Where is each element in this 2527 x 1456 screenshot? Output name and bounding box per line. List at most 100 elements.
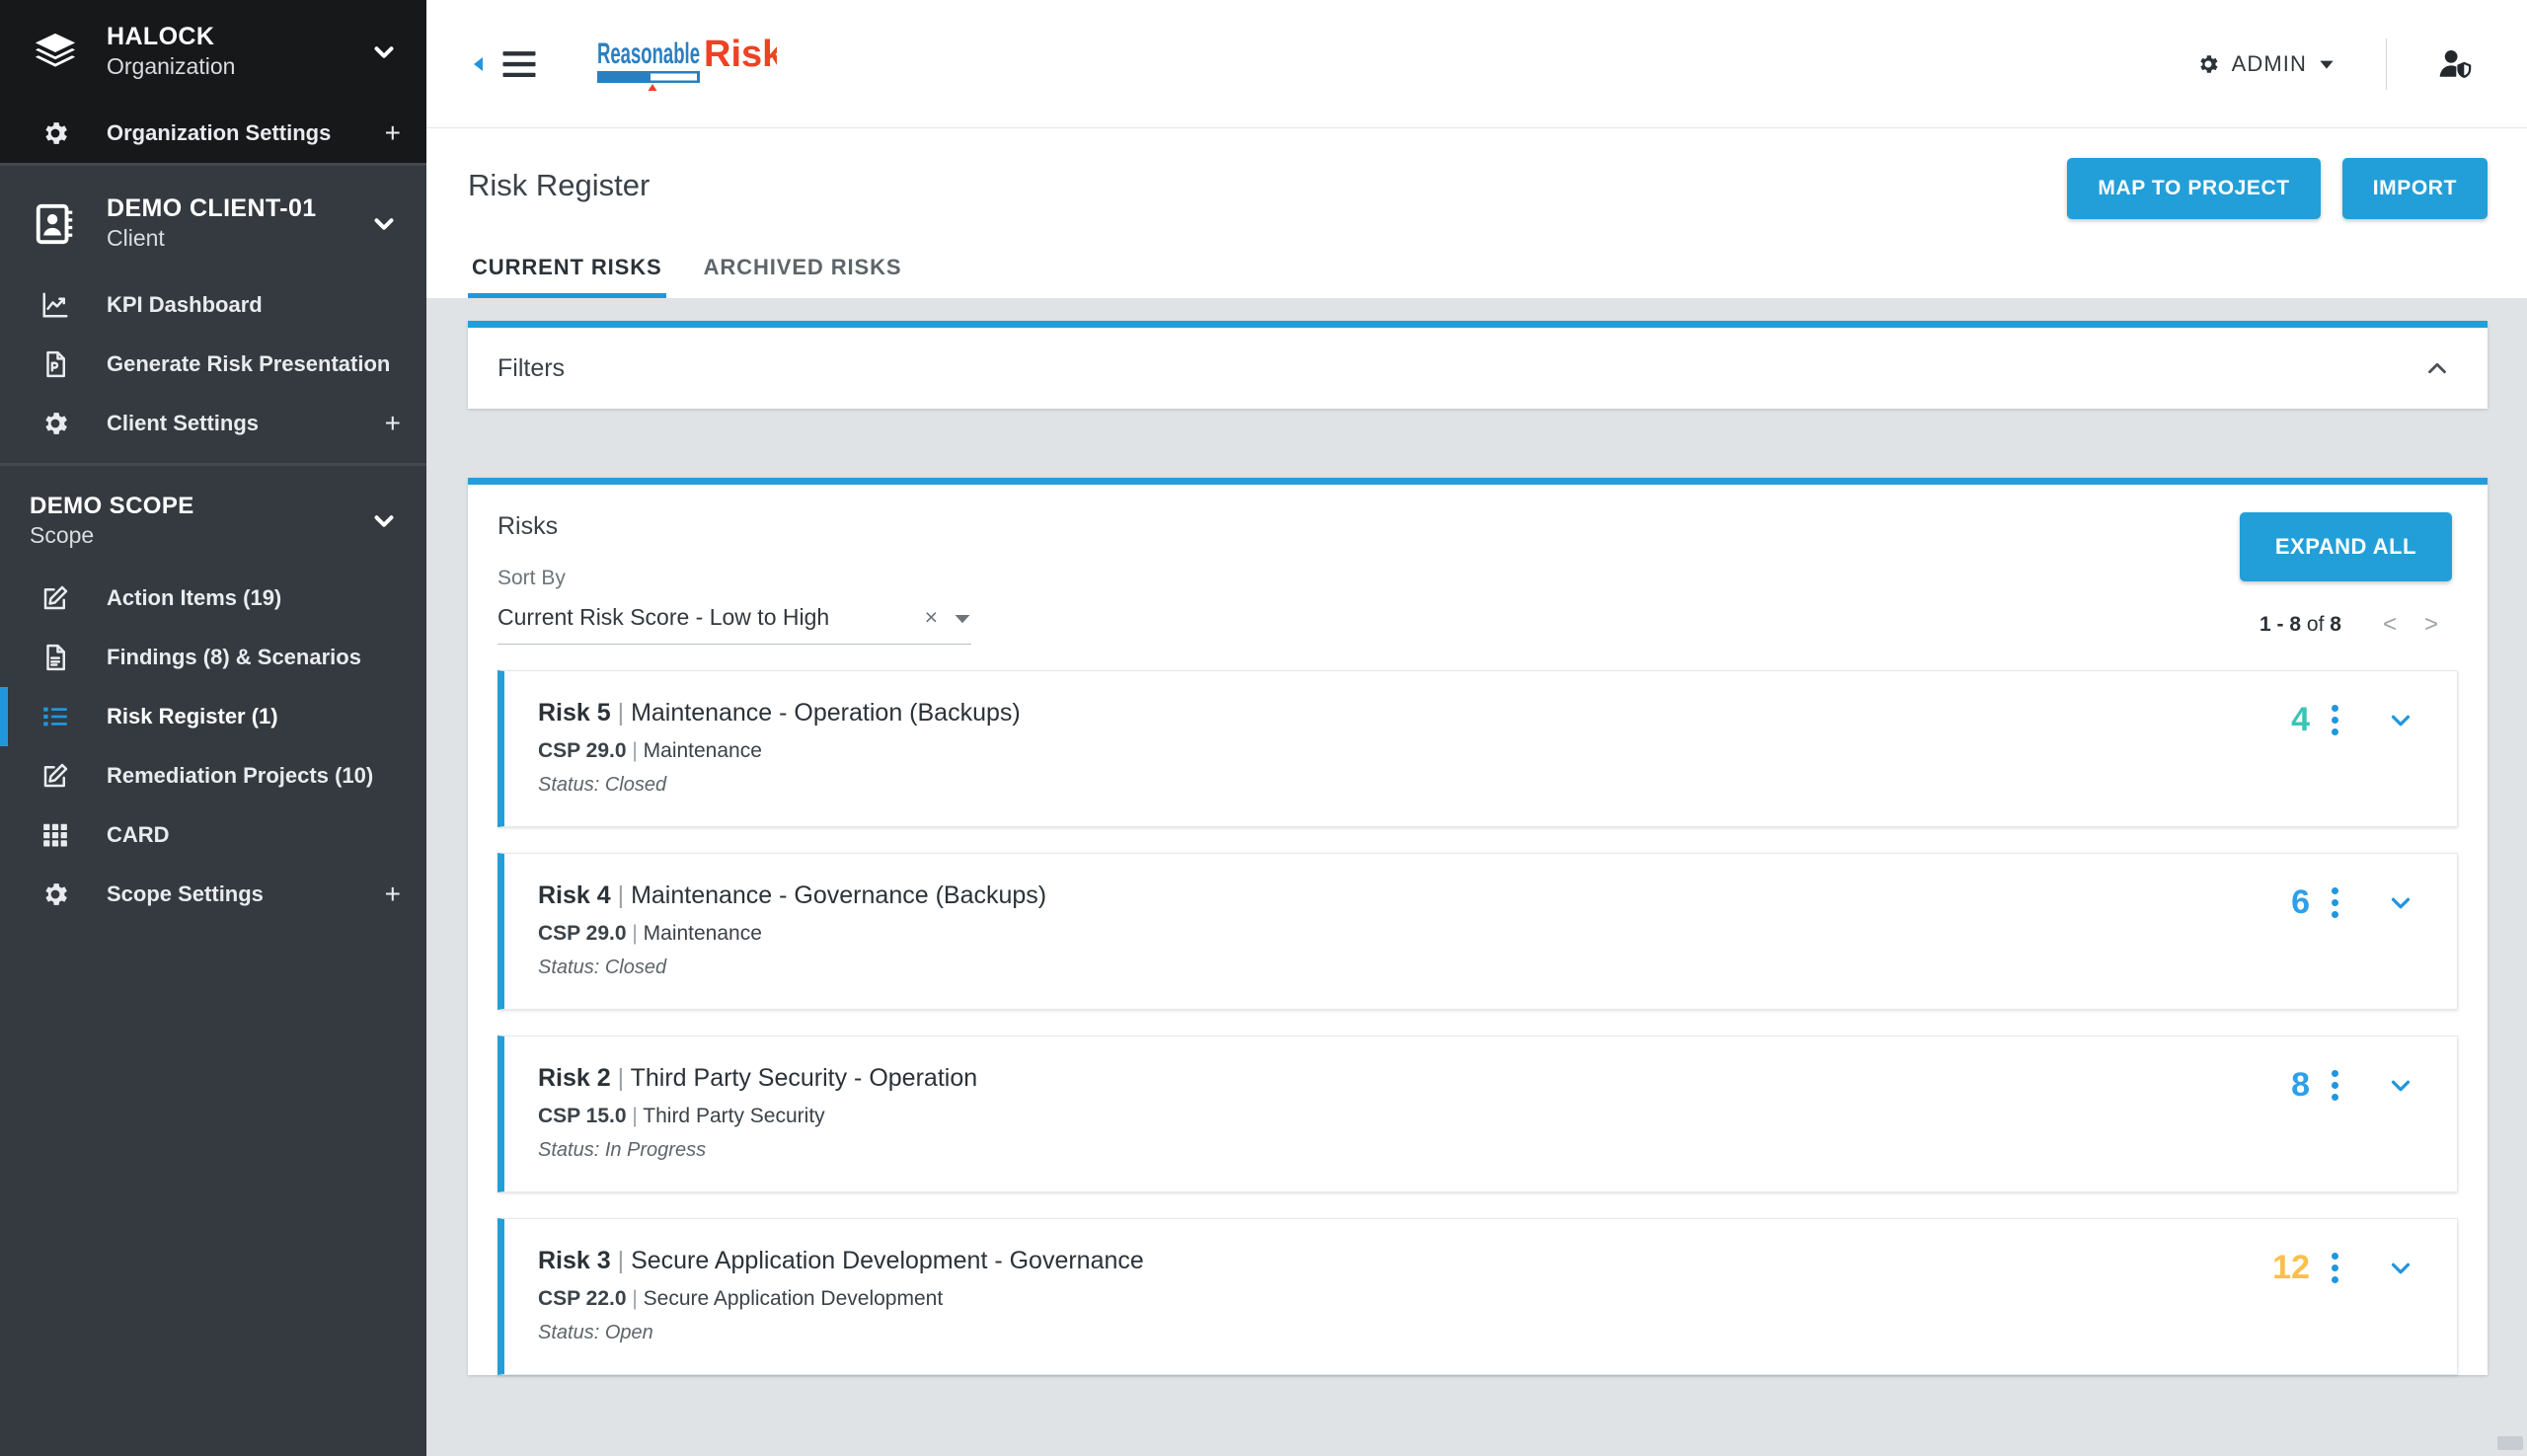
sidebar-item-label: Client Settings	[107, 411, 363, 436]
chevron-down-icon[interactable]	[2354, 706, 2425, 735]
separator: |	[627, 922, 644, 945]
kebab-menu-icon[interactable]	[2310, 1253, 2354, 1283]
edit-square-icon	[26, 583, 85, 613]
caret-left-icon[interactable]	[468, 52, 488, 76]
chevron-up-icon[interactable]	[2422, 353, 2452, 383]
sidebar-item-generate-risk-presentation[interactable]: Generate Risk Presentation	[0, 335, 426, 394]
kebab-menu-icon[interactable]	[2310, 887, 2354, 918]
sidebar-item-findings-scenarios[interactable]: Findings (8) & Scenarios	[0, 628, 426, 687]
status-badge: Status: Open	[538, 1322, 2253, 1344]
expand-all-button[interactable]: EXPAND ALL	[2240, 512, 2452, 581]
admin-menu-button[interactable]: ADMIN	[2182, 41, 2348, 87]
table-row[interactable]: Risk 3 | Secure Application Development …	[498, 1218, 2458, 1375]
sidebar-item-risk-register[interactable]: Risk Register (1)	[0, 687, 426, 746]
organization-type: Organization	[107, 52, 345, 82]
kebab-menu-icon[interactable]	[2310, 705, 2354, 735]
sort-by-select[interactable]: Current Risk Score - Low to High ×	[498, 604, 971, 645]
sidebar-item-kpi-dashboard[interactable]: KPI Dashboard	[0, 275, 426, 335]
pagination-total: 8	[2330, 613, 2341, 636]
chevron-down-icon[interactable]	[2354, 1071, 2425, 1101]
pagination-prev-button[interactable]: <	[2369, 611, 2411, 639]
svg-text:Reasonable: Reasonable	[597, 38, 700, 70]
chevron-down-icon[interactable]	[2354, 888, 2425, 918]
expand-plus-icon[interactable]: +	[385, 881, 401, 908]
risk-score: 4	[2253, 701, 2310, 739]
close-x-icon[interactable]: ×	[925, 604, 954, 631]
chevron-down-icon[interactable]	[367, 504, 401, 538]
caret-down-icon[interactable]	[954, 609, 971, 627]
risks-header-right: EXPAND ALL 1 - 8 of 8 < >	[2240, 512, 2452, 645]
hamburger-menu-icon[interactable]	[500, 49, 538, 79]
risk-csp: CSP 22.0	[538, 1287, 627, 1310]
organization-name: HALOCK	[107, 23, 214, 50]
risk-csp-line: CSP 29.0 | Maintenance	[538, 920, 2253, 948]
sidebar-item-scope-settings[interactable]: Scope Settings +	[0, 865, 426, 924]
risk-name: Third Party Security - Operation	[631, 1064, 978, 1092]
risk-csp: CSP 15.0	[538, 1105, 627, 1127]
pagination-text: 1 - 8 of 8	[2259, 613, 2341, 637]
client-switcher[interactable]: DEMO CLIENT-01 Client	[0, 172, 426, 275]
app-root: HALOCK Organization Organization Setting…	[0, 0, 2527, 1456]
risk-category: Secure Application Development	[644, 1287, 944, 1310]
status-badge: Status: In Progress	[538, 1139, 2253, 1162]
separator: |	[627, 1105, 644, 1127]
admin-label: ADMIN	[2232, 51, 2307, 77]
filters-header[interactable]: Filters	[468, 328, 2488, 409]
risk-score: 12	[2253, 1249, 2310, 1287]
table-row[interactable]: Risk 2 | Third Party Security - Operatio…	[498, 1035, 2458, 1192]
client-type: Client	[107, 224, 345, 254]
top-bar: Reasonable Risk ADMIN	[426, 0, 2527, 128]
risk-name: Secure Application Development - Governa…	[631, 1247, 1144, 1274]
pagination-of-label: of	[2307, 613, 2325, 636]
main-area: Reasonable Risk ADMIN	[426, 0, 2527, 1456]
organization-switcher[interactable]: HALOCK Organization	[0, 0, 426, 104]
scope-switcher[interactable]: DEMO SCOPE Scope	[0, 472, 426, 569]
risk-csp-line: CSP 29.0 | Maintenance	[538, 737, 2253, 765]
client-text: DEMO CLIENT-01 Client	[107, 193, 345, 254]
user-shield-icon[interactable]	[2424, 39, 2488, 89]
edit-square-icon	[26, 761, 85, 791]
risk-id: Risk 5	[538, 699, 611, 727]
risk-row-main: Risk 2 | Third Party Security - Operatio…	[538, 1062, 2253, 1162]
sidebar-item-organization-settings[interactable]: Organization Settings +	[0, 104, 426, 163]
grid-icon	[26, 820, 85, 850]
risk-title-line: Risk 4 | Maintenance - Governance (Backu…	[538, 880, 2253, 913]
sidebar-toggle-group[interactable]	[468, 49, 538, 79]
risk-id: Risk 3	[538, 1247, 611, 1274]
page-actions: MAP TO PROJECT IMPORT	[2067, 156, 2488, 219]
chevron-down-icon[interactable]	[2354, 1254, 2425, 1283]
risk-csp-line: CSP 22.0 | Secure Application Developmen…	[538, 1285, 2253, 1313]
sidebar-item-client-settings[interactable]: Client Settings +	[0, 394, 426, 453]
pagination-range: 1 - 8	[2259, 613, 2301, 636]
table-row[interactable]: Risk 4 | Maintenance - Governance (Backu…	[498, 853, 2458, 1010]
gear-icon	[26, 409, 85, 438]
expand-plus-icon[interactable]: +	[385, 410, 401, 437]
expand-plus-icon[interactable]: +	[385, 119, 401, 147]
table-row[interactable]: Risk 5 | Maintenance - Operation (Backup…	[498, 670, 2458, 827]
tab-current-risks[interactable]: CURRENT RISKS	[468, 245, 666, 298]
risk-score: 8	[2253, 1066, 2310, 1105]
sidebar-item-action-items[interactable]: Action Items (19)	[0, 569, 426, 628]
pagination-next-button[interactable]: >	[2411, 611, 2452, 639]
sidebar-item-remediation-projects[interactable]: Remediation Projects (10)	[0, 746, 426, 805]
scope-name: DEMO SCOPE	[30, 493, 194, 519]
chevron-down-icon[interactable]	[367, 36, 401, 69]
page-title: Risk Register	[468, 156, 650, 203]
risk-category: Maintenance	[644, 922, 762, 945]
organization-text: HALOCK Organization	[107, 22, 345, 82]
risk-id: Risk 4	[538, 881, 611, 909]
sort-by-value: Current Risk Score - Low to High	[498, 604, 829, 631]
scrollbar-thumb[interactable]	[2497, 1436, 2523, 1450]
import-button[interactable]: IMPORT	[2342, 158, 2488, 219]
tab-archived-risks[interactable]: ARCHIVED RISKS	[700, 245, 906, 298]
risks-panel: Risks Sort By Current Risk Score - Low t…	[468, 478, 2488, 1375]
chevron-down-icon[interactable]	[367, 207, 401, 241]
risk-csp-line: CSP 15.0 | Third Party Security	[538, 1103, 2253, 1130]
sidebar-item-card[interactable]: CARD	[0, 805, 426, 865]
filters-title: Filters	[498, 354, 565, 383]
page-tabs: CURRENT RISKS ARCHIVED RISKS	[468, 245, 2488, 298]
sidebar-item-label: Generate Risk Presentation	[107, 351, 401, 377]
page-header-top: Risk Register MAP TO PROJECT IMPORT	[468, 156, 2488, 219]
kebab-menu-icon[interactable]	[2310, 1070, 2354, 1101]
map-to-project-button[interactable]: MAP TO PROJECT	[2067, 158, 2320, 219]
